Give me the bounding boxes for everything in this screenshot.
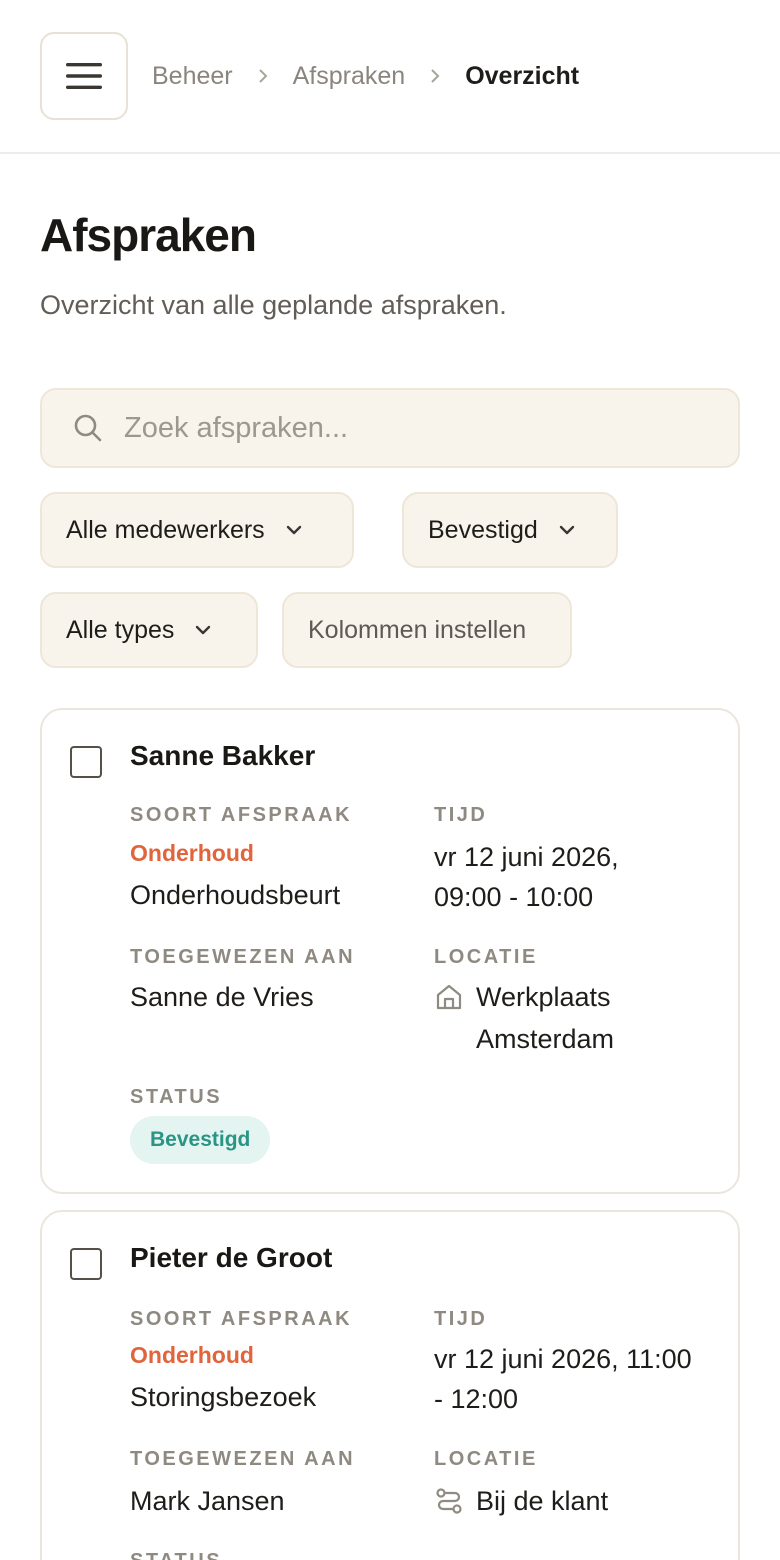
time-label: TIJD [434, 1308, 488, 1330]
status-label: STATUS [130, 1550, 222, 1560]
assigned-value: Mark Jansen [130, 1486, 285, 1516]
columns-settings-button[interactable]: Kolommen instellen [282, 592, 572, 668]
menu-button[interactable] [40, 32, 128, 120]
location-label: LOCATIE [434, 1448, 538, 1470]
breadcrumb-item-afspraken[interactable]: Afspraken [293, 62, 406, 91]
type-label: SOORT AFSPRAAK [130, 1308, 353, 1330]
search-icon [70, 410, 106, 446]
assigned-label: TOEGEWEZEN AAN [130, 1448, 356, 1470]
location-line1: Bij de klant [476, 1486, 609, 1516]
chevron-down-icon [194, 624, 212, 636]
home-icon [434, 976, 466, 1018]
chevron-down-icon [558, 524, 576, 536]
status-filter-label: Bevestigd [428, 515, 538, 544]
breadcrumb-item-beheer[interactable]: Beheer [152, 62, 233, 91]
status-label: STATUS [130, 1086, 223, 1108]
chevron-right-icon [233, 67, 293, 85]
search-input[interactable] [124, 411, 704, 445]
time-value-line1: vr 12 juni 2026, [434, 842, 619, 872]
status-filter-select[interactable]: Bevestigd [402, 492, 618, 568]
location-value: Werkplaats Amsterdam [434, 976, 614, 1060]
time-value-line2: 09:00 - 10:00 [434, 882, 594, 912]
hamburger-icon [66, 63, 102, 89]
location-line1: Werkplaats [476, 982, 611, 1012]
location-value: Bij de klant [434, 1480, 608, 1522]
select-checkbox[interactable] [70, 746, 102, 778]
location-label: LOCATIE [434, 946, 538, 968]
type-value: Onderhoudsbeurt [130, 880, 341, 910]
page-subtitle: Overzicht van alle geplande afspraken. [40, 290, 507, 320]
breadcrumb: Beheer Afspraken Overzicht [152, 56, 579, 96]
type-filter-label: Alle types [66, 615, 175, 644]
chevron-down-icon [285, 524, 303, 536]
category-text: Onderhoud [130, 1342, 254, 1368]
assigned-label: TOEGEWEZEN AAN [130, 946, 356, 968]
select-checkbox[interactable] [70, 1248, 102, 1280]
assigned-value: Sanne de Vries [130, 982, 314, 1012]
staff-filter-select[interactable]: Alle medewerkers [40, 492, 354, 568]
type-label: SOORT AFSPRAAK [130, 804, 353, 826]
time-value-line2: - 12:00 [434, 1384, 519, 1414]
breadcrumb-item-current: Overzicht [465, 61, 580, 90]
customer-name: Pieter de Groot [130, 1242, 333, 1273]
top-bar: Beheer Afspraken Overzicht [0, 0, 780, 154]
category-text: Onderhoud [130, 840, 254, 866]
status-badge: Bevestigd [130, 1116, 271, 1164]
type-value: Storingsbezoek [130, 1382, 317, 1412]
time-value-line1: vr 12 juni 2026, 11:00 [434, 1344, 692, 1374]
type-filter-select[interactable]: Alle types [40, 592, 258, 668]
columns-settings-label: Kolommen instellen [308, 615, 527, 644]
search-bar [40, 388, 740, 468]
location-line2: Amsterdam [476, 1024, 615, 1054]
customer-name: Sanne Bakker [130, 740, 316, 771]
route-icon [434, 1480, 466, 1522]
time-label: TIJD [434, 804, 488, 826]
staff-filter-label: Alle medewerkers [66, 515, 265, 544]
appointment-card: Sanne Bakker SOORT AFSPRAAK Onderhoud On… [40, 708, 740, 1194]
chevron-right-icon [405, 67, 465, 85]
page-title: Afspraken [40, 209, 257, 261]
appointment-card: Pieter de Groot SOORT AFSPRAAK Onderhoud… [40, 1210, 740, 1560]
